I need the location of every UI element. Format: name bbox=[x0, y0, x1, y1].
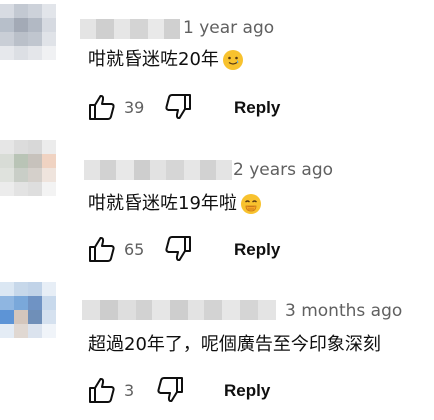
comment-2: 2 years ago 咁就昏迷咗19年啦 65 Reply bbox=[0, 140, 434, 280]
comment-text: 咁就昏迷咗19年啦 bbox=[88, 192, 261, 216]
comment-body: 咁就昏迷咗20年 bbox=[88, 49, 219, 70]
comment-3: 3 months ago 超過20年了，呢個廣告至今印象深刻 3 Reply bbox=[0, 280, 434, 420]
dislike-button[interactable] bbox=[163, 92, 193, 122]
reply-button[interactable]: Reply bbox=[234, 240, 280, 260]
thumbs-down-icon bbox=[165, 236, 191, 262]
avatar[interactable] bbox=[0, 282, 56, 338]
dislike-button[interactable] bbox=[163, 234, 193, 264]
thumbs-up-icon bbox=[89, 377, 115, 403]
like-count: 3 bbox=[124, 381, 135, 400]
comment-text: 咁就昏迷咗20年 bbox=[88, 48, 243, 72]
comment-timestamp[interactable]: 1 year ago bbox=[183, 18, 274, 38]
username-blurred[interactable] bbox=[84, 160, 232, 180]
like-count: 39 bbox=[124, 98, 145, 117]
thumbs-down-icon bbox=[157, 377, 183, 403]
avatar[interactable] bbox=[0, 4, 56, 60]
like-button[interactable] bbox=[87, 234, 117, 264]
smiling-face-with-tear-icon bbox=[222, 50, 243, 70]
comment-body: 超過20年了，呢個廣告至今印象深刻 bbox=[88, 334, 381, 355]
comment-text: 超過20年了，呢個廣告至今印象深刻 bbox=[88, 333, 381, 357]
username-blurred[interactable] bbox=[80, 19, 180, 39]
like-count: 65 bbox=[124, 240, 145, 259]
comment-timestamp[interactable]: 3 months ago bbox=[285, 301, 402, 321]
comment-1: 1 year ago 咁就昏迷咗20年 39 Reply bbox=[0, 0, 434, 140]
face-with-hand-over-mouth-icon bbox=[240, 194, 261, 214]
comment-timestamp[interactable]: 2 years ago bbox=[233, 160, 333, 180]
reply-button[interactable]: Reply bbox=[234, 98, 280, 118]
comment-body: 咁就昏迷咗19年啦 bbox=[88, 193, 237, 214]
thumbs-down-icon bbox=[165, 94, 191, 120]
username-blurred[interactable] bbox=[82, 300, 276, 320]
reply-button[interactable]: Reply bbox=[224, 381, 270, 401]
thumbs-up-icon bbox=[89, 236, 115, 262]
like-button[interactable] bbox=[87, 375, 117, 405]
dislike-button[interactable] bbox=[155, 375, 185, 405]
avatar[interactable] bbox=[0, 140, 56, 196]
thumbs-up-icon bbox=[89, 94, 115, 120]
like-button[interactable] bbox=[87, 92, 117, 122]
